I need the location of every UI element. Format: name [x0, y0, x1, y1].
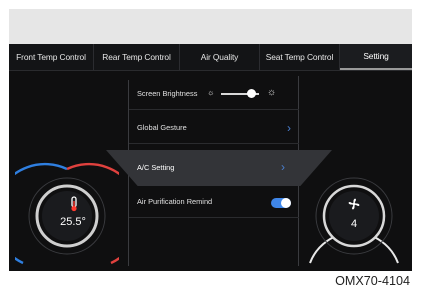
- global-gesture-row[interactable]: Global Gesture ›: [129, 114, 299, 144]
- brightness-low-icon: ☼: [207, 88, 215, 97]
- air-purification-row: Air Purification Remind: [129, 188, 299, 218]
- temperature-dial[interactable]: [15, 155, 119, 271]
- figure-frame: Front Temp Control Rear Temp Control Air…: [0, 0, 421, 292]
- brightness-slider-handle[interactable]: [247, 89, 256, 98]
- tab-air-quality[interactable]: Air Quality: [180, 44, 260, 70]
- ac-setting-label: A/C Setting: [137, 163, 175, 172]
- tab-seat-temp[interactable]: Seat Temp Control: [260, 44, 340, 70]
- chevron-right-icon: ›: [287, 121, 291, 135]
- air-purification-label: Air Purification Remind: [137, 197, 213, 206]
- screen-brightness-row: Screen Brightness ☼ ☼: [129, 80, 299, 110]
- tab-front-temp[interactable]: Front Temp Control: [9, 44, 94, 70]
- figure-caption: OMX70-4104: [335, 274, 410, 288]
- tab-bar: Front Temp Control Rear Temp Control Air…: [9, 44, 412, 71]
- chevron-right-icon: ›: [281, 160, 285, 174]
- climate-screen: Front Temp Control Rear Temp Control Air…: [9, 44, 412, 271]
- air-purification-toggle[interactable]: [271, 198, 291, 208]
- tab-setting[interactable]: Setting: [340, 44, 412, 70]
- tab-rear-temp[interactable]: Rear Temp Control: [94, 44, 180, 70]
- global-gesture-label: Global Gesture: [137, 123, 187, 132]
- brightness-high-icon: ☼: [267, 87, 277, 98]
- fan-icon: [346, 196, 362, 212]
- toggle-knob: [281, 198, 291, 208]
- fan-speed-dial[interactable]: [302, 155, 406, 271]
- temperature-value: 25.5°: [60, 216, 86, 228]
- ac-setting-row[interactable]: A/C Setting ›: [106, 150, 332, 186]
- screen-brightness-label: Screen Brightness: [137, 89, 198, 98]
- thermometer-icon: [62, 196, 86, 212]
- fan-speed-value: 4: [350, 218, 358, 230]
